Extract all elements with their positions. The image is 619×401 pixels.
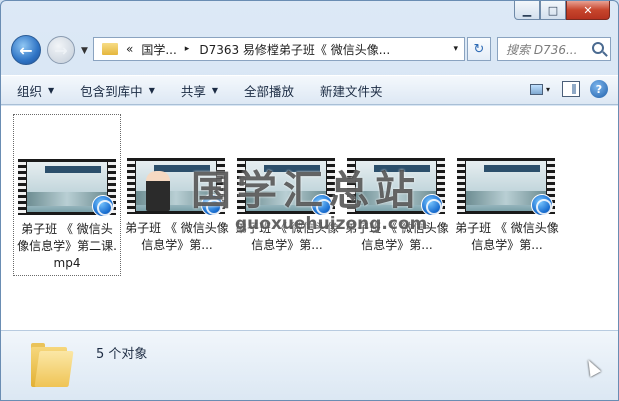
film-strip-icon	[18, 159, 26, 215]
file-item[interactable]: 弟子班 《 微信头像信息学》第...	[123, 114, 231, 276]
search-placeholder: 搜索 D736...	[506, 42, 578, 57]
breadcrumb-item-root[interactable]: 国学...	[141, 41, 176, 58]
share-label: 共享	[180, 83, 206, 99]
minimize-button[interactable]: ▁	[514, 1, 540, 20]
address-dropdown-icon[interactable]: ▾	[453, 44, 458, 54]
file-name: 弟子班 《 微信头像信息学》第...	[235, 221, 339, 252]
search-input[interactable]: 搜索 D736...	[497, 37, 611, 61]
play-all-button[interactable]: 全部播放	[234, 76, 304, 104]
toolbar-right: ▾ ?	[530, 80, 608, 98]
change-view-button[interactable]: ▾	[530, 80, 552, 98]
mouse-cursor-icon	[582, 357, 602, 377]
refresh-button[interactable]: ↻	[467, 37, 491, 61]
navigation-bar: ← → ▼ « 国学... ▸ D7363 易修樘弟子班《 微信头像... ▾ …	[1, 31, 618, 71]
folder-icon	[102, 43, 118, 55]
new-folder-label: 新建文件夹	[320, 83, 383, 99]
command-bar: 组织 ▼ 包含到库中 ▼ 共享 ▼ 全部播放 新建文件夹 ▾ ?	[1, 75, 618, 105]
explorer-window: ▁ □ ✕ ← → ▼ « 国学... ▸ D7363 易修樘弟子班《 微信头像…	[0, 0, 619, 401]
chevron-down-icon: ▼	[48, 85, 55, 95]
file-name: 弟子班 《 微信头像信息学》第...	[455, 221, 559, 252]
organize-label: 组织	[17, 83, 43, 99]
caption-buttons: ▁ □ ✕	[514, 1, 610, 21]
breadcrumb-item-current[interactable]: D7363 易修樘弟子班《 微信头像...	[199, 41, 390, 58]
file-list-view[interactable]: 弟子班 《 微信头像信息学》第二课.mp4 弟子班 《 微信头像信息学》第...…	[1, 106, 618, 330]
media-player-badge-icon	[201, 194, 223, 216]
file-item[interactable]: 弟子班 《 微信头像信息学》第...	[453, 114, 561, 276]
share-menu[interactable]: 共享 ▼	[171, 76, 228, 104]
back-button[interactable]: ←	[11, 35, 41, 65]
arrow-right-icon: →	[54, 40, 68, 60]
item-count: 5 个对象	[96, 347, 148, 362]
media-player-badge-icon	[92, 195, 114, 217]
breadcrumb-overflow[interactable]: «	[126, 42, 133, 56]
recent-pages-dropdown[interactable]: ▼	[81, 46, 88, 56]
breadcrumb-separator[interactable]: ▸	[185, 44, 190, 54]
new-folder-button[interactable]: 新建文件夹	[310, 76, 393, 104]
help-button[interactable]: ?	[590, 80, 608, 98]
chevron-down-icon: ▾	[546, 84, 551, 94]
address-bar[interactable]: « 国学... ▸ D7363 易修樘弟子班《 微信头像... ▾	[93, 37, 465, 61]
file-item[interactable]: 弟子班 《 微信头像信息学》第二课.mp4	[13, 114, 121, 276]
include-in-library-menu[interactable]: 包含到库中 ▼	[70, 76, 165, 104]
film-strip-icon	[457, 158, 465, 214]
file-name: 弟子班 《 微信头像信息学》第...	[125, 221, 229, 252]
close-button[interactable]: ✕	[566, 1, 610, 20]
media-player-badge-icon	[421, 194, 443, 216]
media-player-badge-icon	[531, 194, 553, 216]
film-strip-icon	[237, 158, 245, 214]
file-item[interactable]: 弟子班 《 微信头像信息学》第...	[343, 114, 451, 276]
search-icon[interactable]	[592, 42, 604, 54]
details-pane: 5 个对象	[1, 330, 618, 400]
help-icon: ?	[595, 82, 603, 96]
chevron-down-icon: ▼	[148, 85, 155, 95]
forward-button[interactable]: →	[47, 36, 75, 64]
arrow-left-icon: ←	[19, 40, 33, 60]
view-thumbnails-icon	[530, 83, 543, 95]
media-player-badge-icon	[311, 194, 333, 216]
film-strip-icon	[127, 158, 135, 214]
organize-menu[interactable]: 组织 ▼	[7, 76, 64, 104]
file-name: 弟子班 《 微信头像信息学》第二课.mp4	[17, 222, 117, 270]
include-in-library-label: 包含到库中	[80, 83, 143, 99]
folder-icon	[31, 341, 74, 387]
film-strip-icon	[347, 158, 355, 214]
play-all-label: 全部播放	[244, 83, 295, 99]
maximize-button[interactable]: □	[540, 1, 566, 20]
file-item[interactable]: 弟子班 《 微信头像信息学》第...	[233, 114, 341, 276]
chevron-down-icon: ▼	[211, 85, 219, 95]
refresh-icon: ↻	[473, 41, 485, 57]
file-name: 弟子班 《 微信头像信息学》第...	[345, 221, 449, 252]
preview-pane-button[interactable]	[562, 81, 580, 97]
